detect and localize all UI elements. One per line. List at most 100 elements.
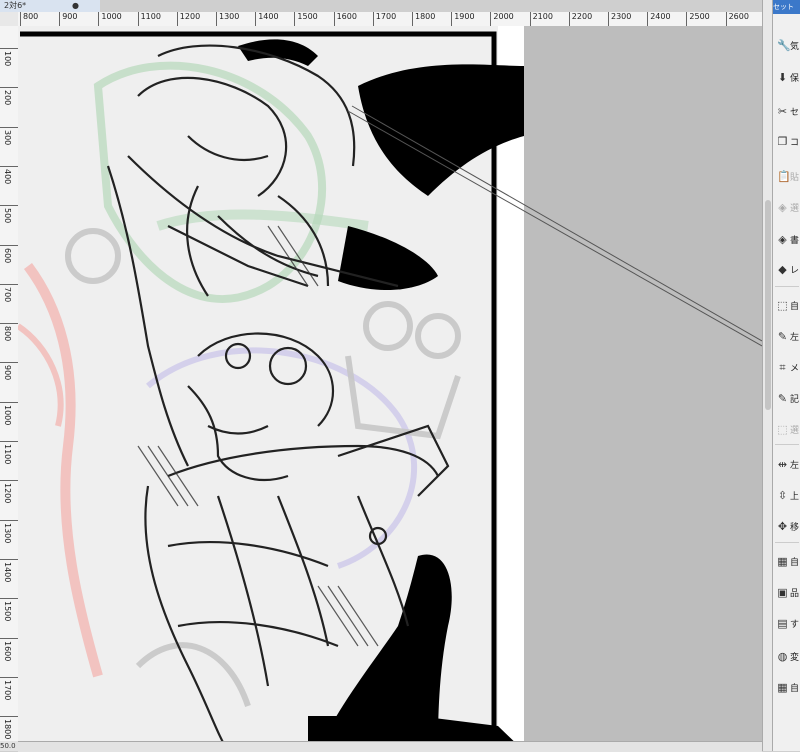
brush-icon: ✎: [777, 391, 788, 405]
ruler-tick-label: 400: [0, 165, 18, 184]
ruler-tick-label: 2000: [490, 12, 514, 26]
ruler-tick-label: 2600: [725, 12, 749, 26]
ruler-tick-text: 700: [3, 286, 12, 303]
ruler-tick-label: 1700: [0, 676, 18, 700]
menu-item-grid[interactable]: ▦ 自: [773, 550, 800, 572]
close-tab-icon[interactable]: ●: [72, 0, 79, 12]
menu-item-brush[interactable]: ✎ 記: [773, 387, 800, 409]
ruler-corner: [0, 12, 19, 27]
menu-item-paste[interactable]: 📋 貼: [773, 165, 800, 187]
ruler-tick-label: 1100: [0, 441, 18, 464]
ruler-tick-label: 300: [0, 126, 18, 145]
ruler-tick-label: 800: [0, 323, 18, 341]
ruler-tick-text: 900: [3, 365, 12, 381]
menu-item-label: 選: [790, 203, 800, 214]
command-bar-panel: セット 🔧 気 ⬇ 保 ✂ セ ❐ コ 📋 貼 ◈ 選 ◈ 書 ◆ レ ⬚ 自 ✎ 左 ⌗ メ ✎ 記 ⬚ 選 ⇹ 左 ⇳ 上 ✥ 移 ▦ 自 ▣ 品…: [772, 0, 800, 751]
scroll-thumb[interactable]: [765, 200, 771, 410]
ruler-tick-label: 1300: [216, 12, 239, 26]
ruler-tick-text: 500: [3, 208, 12, 224]
ruler-tick-label: 100: [0, 48, 18, 66]
canvas-area[interactable]: [18, 26, 762, 751]
ruler-tick-label: 2300: [608, 12, 631, 26]
menu-item-label: メ: [790, 363, 800, 374]
menu-item-label: 気: [790, 41, 800, 52]
ruler-tick-label: 1600: [333, 12, 357, 26]
menu-item-mesh[interactable]: ⌗ メ: [773, 356, 800, 378]
ruler-icon: ▤: [777, 616, 788, 630]
menu-item-layers[interactable]: ◈ 書: [773, 228, 800, 250]
ruler-tick-label: 1100: [137, 12, 161, 26]
menu-item-flip-vertical[interactable]: ⇳ 上: [773, 484, 800, 506]
menu-item-copy[interactable]: ❐ コ: [773, 130, 800, 152]
menu-item-label: 自: [790, 301, 800, 312]
ruler-tick-label: 1000: [0, 401, 18, 425]
menu-item-pen[interactable]: ✎ 左: [773, 325, 800, 347]
horizontal-scrollbar[interactable]: [18, 741, 762, 752]
ruler-tick-label: 900: [59, 12, 77, 26]
ruler-tick-label: 1500: [0, 598, 18, 622]
ruler-tick-label: 1700: [372, 12, 396, 26]
ruler-tick-label: 1800: [412, 12, 435, 26]
menu-item-label: 自: [790, 683, 800, 694]
selection-icon: ⬚: [777, 422, 788, 436]
ruler-tick-text: 1100: [3, 444, 12, 465]
sketch-canvas[interactable]: [18, 26, 762, 751]
pen-icon: ✎: [777, 329, 788, 343]
menu-item-layer[interactable]: ◈ 選: [773, 196, 800, 218]
copy-icon: ❐: [777, 134, 788, 148]
flip-horizontal-icon: ⇹: [777, 457, 788, 471]
ruler-tick-label: 1200: [0, 480, 18, 504]
menu-item-selection[interactable]: ⬚ 選: [773, 418, 800, 440]
layer-icon: ◈: [778, 200, 787, 214]
ruler-tick-label: 600: [0, 244, 18, 263]
grid-icon: ▦: [777, 554, 788, 568]
ruler-tick-label: 1600: [0, 637, 18, 661]
ruler-tick-label: 1400: [0, 558, 18, 582]
menu-item-label: 保: [790, 73, 800, 84]
ruler-tick-label: 2500: [686, 12, 710, 26]
menu-item-tone[interactable]: ◍ 変: [773, 645, 800, 667]
menu-item-flip-horizontal[interactable]: ⇹ 左: [773, 453, 800, 475]
menu-item-label: 貼: [790, 172, 800, 183]
menu-item-move[interactable]: ✥ 移: [773, 515, 800, 537]
ruler-tick-label: 1800: [0, 716, 18, 739]
panel-header[interactable]: セット: [773, 0, 800, 14]
flip-vertical-icon: ⇳: [777, 488, 788, 502]
menu-item-transform[interactable]: ⬚ 自: [773, 294, 800, 316]
menu-item-label: 記: [790, 394, 800, 405]
ruler-tick-label: 2400: [647, 12, 671, 26]
menu-item-layer-property[interactable]: ◆ レ: [773, 258, 800, 280]
menu-separator: [775, 542, 799, 543]
menu-item-label: 書: [790, 235, 800, 246]
ruler-tick-text: 300: [3, 129, 12, 145]
ruler-tick-text: 200: [3, 90, 12, 106]
ruler-tick-text: 1000: [3, 404, 12, 426]
ruler-tick-text: 100: [3, 51, 12, 67]
cut-icon: ✂: [777, 104, 788, 118]
zoom-status: 50.0: [0, 741, 18, 751]
ruler-tick-label: 1500: [294, 12, 318, 26]
ruler-tick-text: 1700: [3, 679, 12, 701]
layer-property-icon: ◆: [778, 262, 787, 276]
ruler-tick-label: 200: [0, 87, 18, 106]
menu-item-panel[interactable]: ▦ 自: [773, 676, 800, 698]
ruler-tick-text: 800: [3, 326, 12, 342]
ruler-tick-label: 1300: [0, 519, 18, 543]
menu-item-label: 変: [790, 652, 800, 663]
menu-item-frame[interactable]: ▣ 品: [773, 581, 800, 603]
menu-item-ruler[interactable]: ▤ す: [773, 612, 800, 634]
layers-icon: ◈: [778, 232, 787, 246]
ruler-tick-label: 800: [20, 12, 38, 26]
wrench-icon: 🔧: [777, 38, 791, 52]
ruler-tick-label: 1400: [255, 12, 279, 26]
ruler-tick-text: 1600: [3, 640, 12, 661]
menu-item-cut[interactable]: ✂ セ: [773, 100, 800, 122]
document-tab[interactable]: 2対6*: [4, 0, 26, 12]
save-icon: ⬇: [777, 70, 788, 84]
menu-item-save[interactable]: ⬇ 保: [773, 66, 800, 88]
menu-item-wrench[interactable]: 🔧 気: [773, 34, 800, 56]
mesh-icon: ⌗: [779, 360, 786, 374]
ruler-tick-label: 1200: [176, 12, 200, 26]
ruler-tick-text: 1200: [3, 483, 12, 504]
vertical-ruler: 100 200 300 400 500 600 700 800 900 1000 1100 1200 1…: [0, 26, 19, 751]
